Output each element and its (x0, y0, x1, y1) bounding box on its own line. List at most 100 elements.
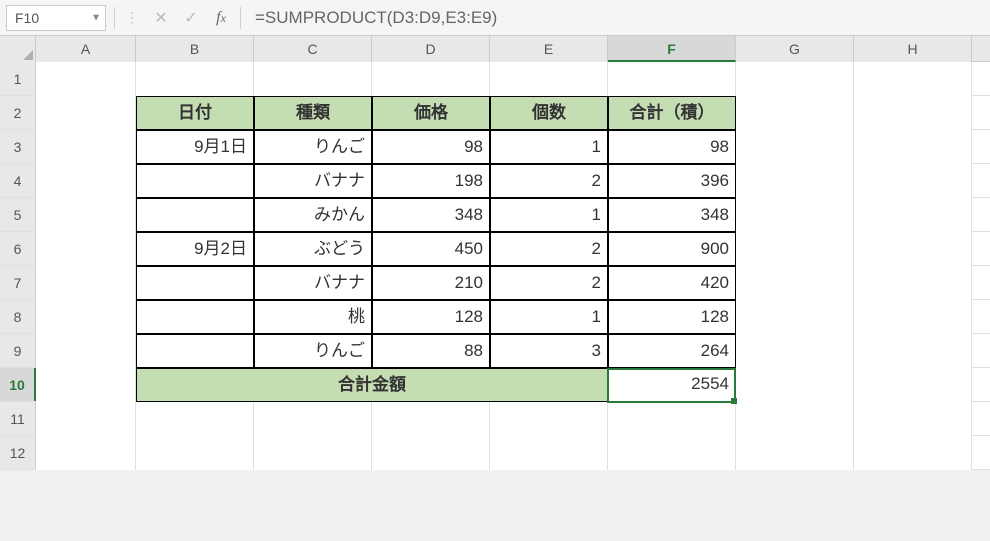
cell-H5[interactable] (854, 198, 972, 232)
cell-G9[interactable] (736, 334, 854, 368)
cell-A8[interactable] (36, 300, 136, 334)
cell-F4[interactable]: 396 (608, 164, 736, 198)
cell-A6[interactable] (36, 232, 136, 266)
cell-H6[interactable] (854, 232, 972, 266)
cell-A7[interactable] (36, 266, 136, 300)
cell-E12[interactable] (490, 436, 608, 470)
cell-B4[interactable] (136, 164, 254, 198)
cell-H11[interactable] (854, 402, 972, 436)
cell-F6[interactable]: 900 (608, 232, 736, 266)
cell-E11[interactable] (490, 402, 608, 436)
cell-B1[interactable] (136, 62, 254, 96)
cell-D9[interactable]: 88 (372, 334, 490, 368)
cell-D2[interactable]: 価格 (372, 96, 490, 130)
cell-F7[interactable]: 420 (608, 266, 736, 300)
col-header-A[interactable]: A (36, 36, 136, 62)
cell-F11[interactable] (608, 402, 736, 436)
cell-B8[interactable] (136, 300, 254, 334)
cell-B7[interactable] (136, 266, 254, 300)
col-header-B[interactable]: B (136, 36, 254, 62)
cell-C2[interactable]: 種類 (254, 96, 372, 130)
cell-C1[interactable] (254, 62, 372, 96)
cell-D5[interactable]: 348 (372, 198, 490, 232)
cell-G7[interactable] (736, 266, 854, 300)
fx-icon[interactable]: fx (210, 9, 232, 27)
cell-H7[interactable] (854, 266, 972, 300)
cell-H10[interactable] (854, 368, 972, 402)
name-box-dropdown-icon[interactable]: ▼ (91, 12, 101, 23)
cell-F8[interactable]: 128 (608, 300, 736, 334)
row-header-9[interactable]: 9 (0, 334, 36, 367)
cell-D3[interactable]: 98 (372, 130, 490, 164)
cell-C7[interactable]: バナナ (254, 266, 372, 300)
cell-B5[interactable] (136, 198, 254, 232)
cell-D12[interactable] (372, 436, 490, 470)
cell-G11[interactable] (736, 402, 854, 436)
row-header-4[interactable]: 4 (0, 164, 36, 197)
col-header-D[interactable]: D (372, 36, 490, 62)
cell-F10[interactable]: 2554 (608, 368, 736, 402)
cell-H4[interactable] (854, 164, 972, 198)
col-header-G[interactable]: G (736, 36, 854, 62)
cancel-icon[interactable]: ✕ (150, 8, 172, 28)
cell-C8[interactable]: 桃 (254, 300, 372, 334)
confirm-icon[interactable]: ✓ (180, 8, 202, 28)
name-box[interactable]: F10 ▼ (6, 5, 106, 31)
cell-B10-E10-merged[interactable]: 合計金額 (136, 368, 608, 402)
cell-D11[interactable] (372, 402, 490, 436)
cell-F5[interactable]: 348 (608, 198, 736, 232)
row-header-3[interactable]: 3 (0, 130, 36, 163)
cell-H12[interactable] (854, 436, 972, 470)
cell-E6[interactable]: 2 (490, 232, 608, 266)
row-header-12[interactable]: 12 (0, 436, 36, 469)
cell-D4[interactable]: 198 (372, 164, 490, 198)
cell-C3[interactable]: りんご (254, 130, 372, 164)
cell-C9[interactable]: りんご (254, 334, 372, 368)
cell-B6[interactable]: 9月2日 (136, 232, 254, 266)
cell-H8[interactable] (854, 300, 972, 334)
cell-B12[interactable] (136, 436, 254, 470)
cell-F2[interactable]: 合計（積） (608, 96, 736, 130)
cell-E1[interactable] (490, 62, 608, 96)
cell-H9[interactable] (854, 334, 972, 368)
cell-G3[interactable] (736, 130, 854, 164)
cell-G1[interactable] (736, 62, 854, 96)
cell-G6[interactable] (736, 232, 854, 266)
cell-G2[interactable] (736, 96, 854, 130)
cell-B3[interactable]: 9月1日 (136, 130, 254, 164)
cell-H2[interactable] (854, 96, 972, 130)
cell-C11[interactable] (254, 402, 372, 436)
cell-A2[interactable] (36, 96, 136, 130)
cell-F1[interactable] (608, 62, 736, 96)
cell-G10[interactable] (736, 368, 854, 402)
col-header-E[interactable]: E (490, 36, 608, 62)
cell-E9[interactable]: 3 (490, 334, 608, 368)
row-header-2[interactable]: 2 (0, 96, 36, 129)
cell-F12[interactable] (608, 436, 736, 470)
cell-D8[interactable]: 128 (372, 300, 490, 334)
col-header-F[interactable]: F (608, 36, 736, 62)
row-header-6[interactable]: 6 (0, 232, 36, 265)
cell-E5[interactable]: 1 (490, 198, 608, 232)
row-header-1[interactable]: 1 (0, 62, 36, 95)
row-header-11[interactable]: 11 (0, 402, 36, 435)
cell-F9[interactable]: 264 (608, 334, 736, 368)
cell-D7[interactable]: 210 (372, 266, 490, 300)
cell-D1[interactable] (372, 62, 490, 96)
col-header-C[interactable]: C (254, 36, 372, 62)
cell-A12[interactable] (36, 436, 136, 470)
cell-E8[interactable]: 1 (490, 300, 608, 334)
cell-B11[interactable] (136, 402, 254, 436)
cell-E4[interactable]: 2 (490, 164, 608, 198)
cell-A4[interactable] (36, 164, 136, 198)
cell-C4[interactable]: バナナ (254, 164, 372, 198)
cell-C6[interactable]: ぶどう (254, 232, 372, 266)
cell-E2[interactable]: 個数 (490, 96, 608, 130)
cell-H1[interactable] (854, 62, 972, 96)
cell-E7[interactable]: 2 (490, 266, 608, 300)
col-header-H[interactable]: H (854, 36, 972, 62)
cell-F3[interactable]: 98 (608, 130, 736, 164)
cell-A9[interactable] (36, 334, 136, 368)
cell-B2[interactable]: 日付 (136, 96, 254, 130)
cell-G8[interactable] (736, 300, 854, 334)
